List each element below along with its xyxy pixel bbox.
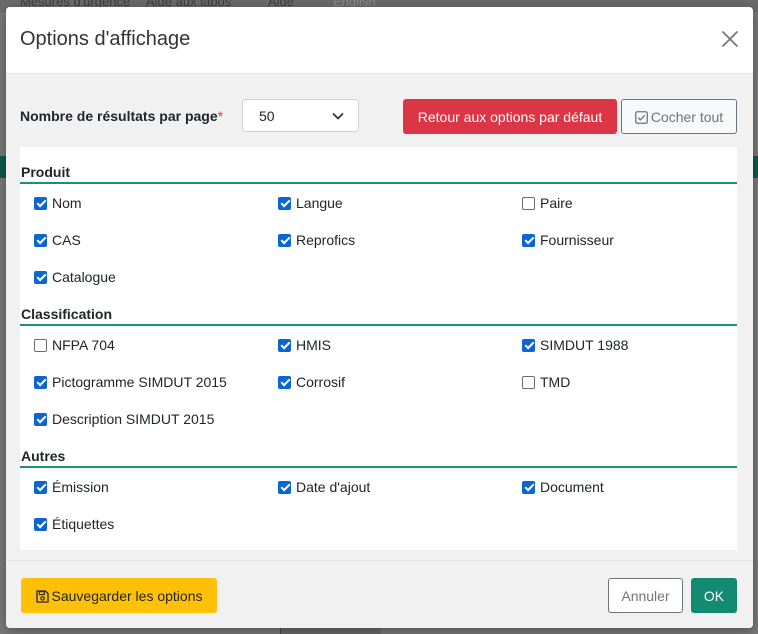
section-divider xyxy=(20,466,737,468)
option-label: HMIS xyxy=(296,337,331,353)
option-label: Reprofics xyxy=(296,232,356,248)
option-label: NFPA 704 xyxy=(52,337,115,353)
option-tmd[interactable]: TMD xyxy=(522,373,570,391)
option-emission[interactable]: Émission xyxy=(34,478,109,496)
option-label: Date d'ajout xyxy=(296,479,371,495)
results-per-page-label-text: Nombre de résultats par page xyxy=(20,108,218,124)
checkbox[interactable] xyxy=(34,375,47,389)
option-label: Corrosif xyxy=(296,374,346,390)
checkbox[interactable] xyxy=(278,196,291,210)
option-document[interactable]: Document xyxy=(522,478,604,496)
option-etiquettes[interactable]: Étiquettes xyxy=(34,515,114,533)
checkbox[interactable] xyxy=(34,233,47,247)
results-per-page-select[interactable]: 50 xyxy=(242,99,359,132)
option-paire[interactable]: Paire xyxy=(522,194,573,212)
checkbox-checked-icon xyxy=(634,111,648,124)
option-langue[interactable]: Langue xyxy=(278,194,343,212)
save-options-button[interactable]: Sauvegarder les options xyxy=(21,578,217,613)
section-title-classification: Classification xyxy=(21,306,113,322)
check-all-button[interactable]: Cocher tout xyxy=(621,99,737,134)
results-per-page-value: 50 xyxy=(259,108,275,124)
section-divider xyxy=(20,182,737,184)
checkbox[interactable] xyxy=(522,338,535,352)
checkbox[interactable] xyxy=(522,480,535,494)
option-reprofics[interactable]: Reprofics xyxy=(278,231,355,249)
option-corrosif[interactable]: Corrosif xyxy=(278,373,345,391)
check-all-label: Cocher tout xyxy=(650,109,724,125)
option-description-simdut-2015[interactable]: Description SIMDUT 2015 xyxy=(34,410,214,428)
checkbox[interactable] xyxy=(278,480,291,494)
modal-body: Nombre de résultats par page* 50 Retour … xyxy=(6,74,753,560)
modal-title: Options d'affichage xyxy=(20,28,191,50)
checkbox[interactable] xyxy=(34,270,47,284)
chevron-down-icon xyxy=(332,113,344,120)
close-icon xyxy=(722,31,738,47)
option-label: TMD xyxy=(540,374,571,390)
checkbox[interactable] xyxy=(522,233,535,247)
option-fournisseur[interactable]: Fournisseur xyxy=(522,231,614,249)
option-nfpa-704[interactable]: NFPA 704 xyxy=(34,336,115,354)
option-label: Langue xyxy=(296,195,343,211)
section-divider xyxy=(20,324,737,326)
option-date-ajout[interactable]: Date d'ajout xyxy=(278,478,370,496)
reset-defaults-button[interactable]: Retour aux options par défaut xyxy=(403,99,617,134)
checkbox[interactable] xyxy=(34,412,47,426)
option-label: Catalogue xyxy=(52,269,116,285)
checkbox[interactable] xyxy=(34,196,47,210)
close-button[interactable] xyxy=(721,30,739,48)
save-options-label: Sauvegarder les options xyxy=(51,588,203,604)
checkbox[interactable] xyxy=(34,517,47,531)
option-label: Document xyxy=(540,479,604,495)
checkbox[interactable] xyxy=(34,338,47,352)
checkbox[interactable] xyxy=(34,480,47,494)
floppy-disk-icon xyxy=(35,590,49,603)
option-label: Fournisseur xyxy=(540,232,614,248)
option-hmis[interactable]: HMIS xyxy=(278,336,331,354)
option-label: Émission xyxy=(52,479,109,495)
checkbox[interactable] xyxy=(278,375,291,389)
option-label: Pictogramme SIMDUT 2015 xyxy=(52,374,227,390)
checkbox[interactable] xyxy=(522,196,535,210)
option-label: Étiquettes xyxy=(52,516,115,532)
option-label: Paire xyxy=(540,195,573,211)
option-label: CAS xyxy=(52,232,81,248)
checkbox[interactable] xyxy=(278,233,291,247)
option-pictogramme-simdut-2015[interactable]: Pictogramme SIMDUT 2015 xyxy=(34,373,227,391)
option-simdut-1988[interactable]: SIMDUT 1988 xyxy=(522,336,628,354)
option-cas[interactable]: CAS xyxy=(34,231,81,249)
section-title-autres: Autres xyxy=(21,448,66,464)
option-label: Nom xyxy=(52,195,82,211)
modal-header: Options d'affichage xyxy=(6,7,753,74)
option-nom[interactable]: Nom xyxy=(34,194,82,212)
modal-footer: Sauvegarder les options Annuler OK xyxy=(6,560,753,628)
option-label: Description SIMDUT 2015 xyxy=(52,411,215,427)
required-marker: * xyxy=(217,108,224,124)
option-catalogue[interactable]: Catalogue xyxy=(34,268,116,286)
checkbox[interactable] xyxy=(522,375,535,389)
section-title-produit: Produit xyxy=(21,164,70,180)
results-per-page-label: Nombre de résultats par page* xyxy=(20,108,223,124)
option-label: SIMDUT 1988 xyxy=(540,337,629,353)
display-options-modal: Options d'affichage Nombre de résultats … xyxy=(6,7,753,628)
ok-button[interactable]: OK xyxy=(691,578,737,613)
checkbox[interactable] xyxy=(278,338,291,352)
cancel-button[interactable]: Annuler xyxy=(608,578,683,613)
options-panel: Produit Nom Langue Paire CAS Reprofics F… xyxy=(20,147,737,550)
